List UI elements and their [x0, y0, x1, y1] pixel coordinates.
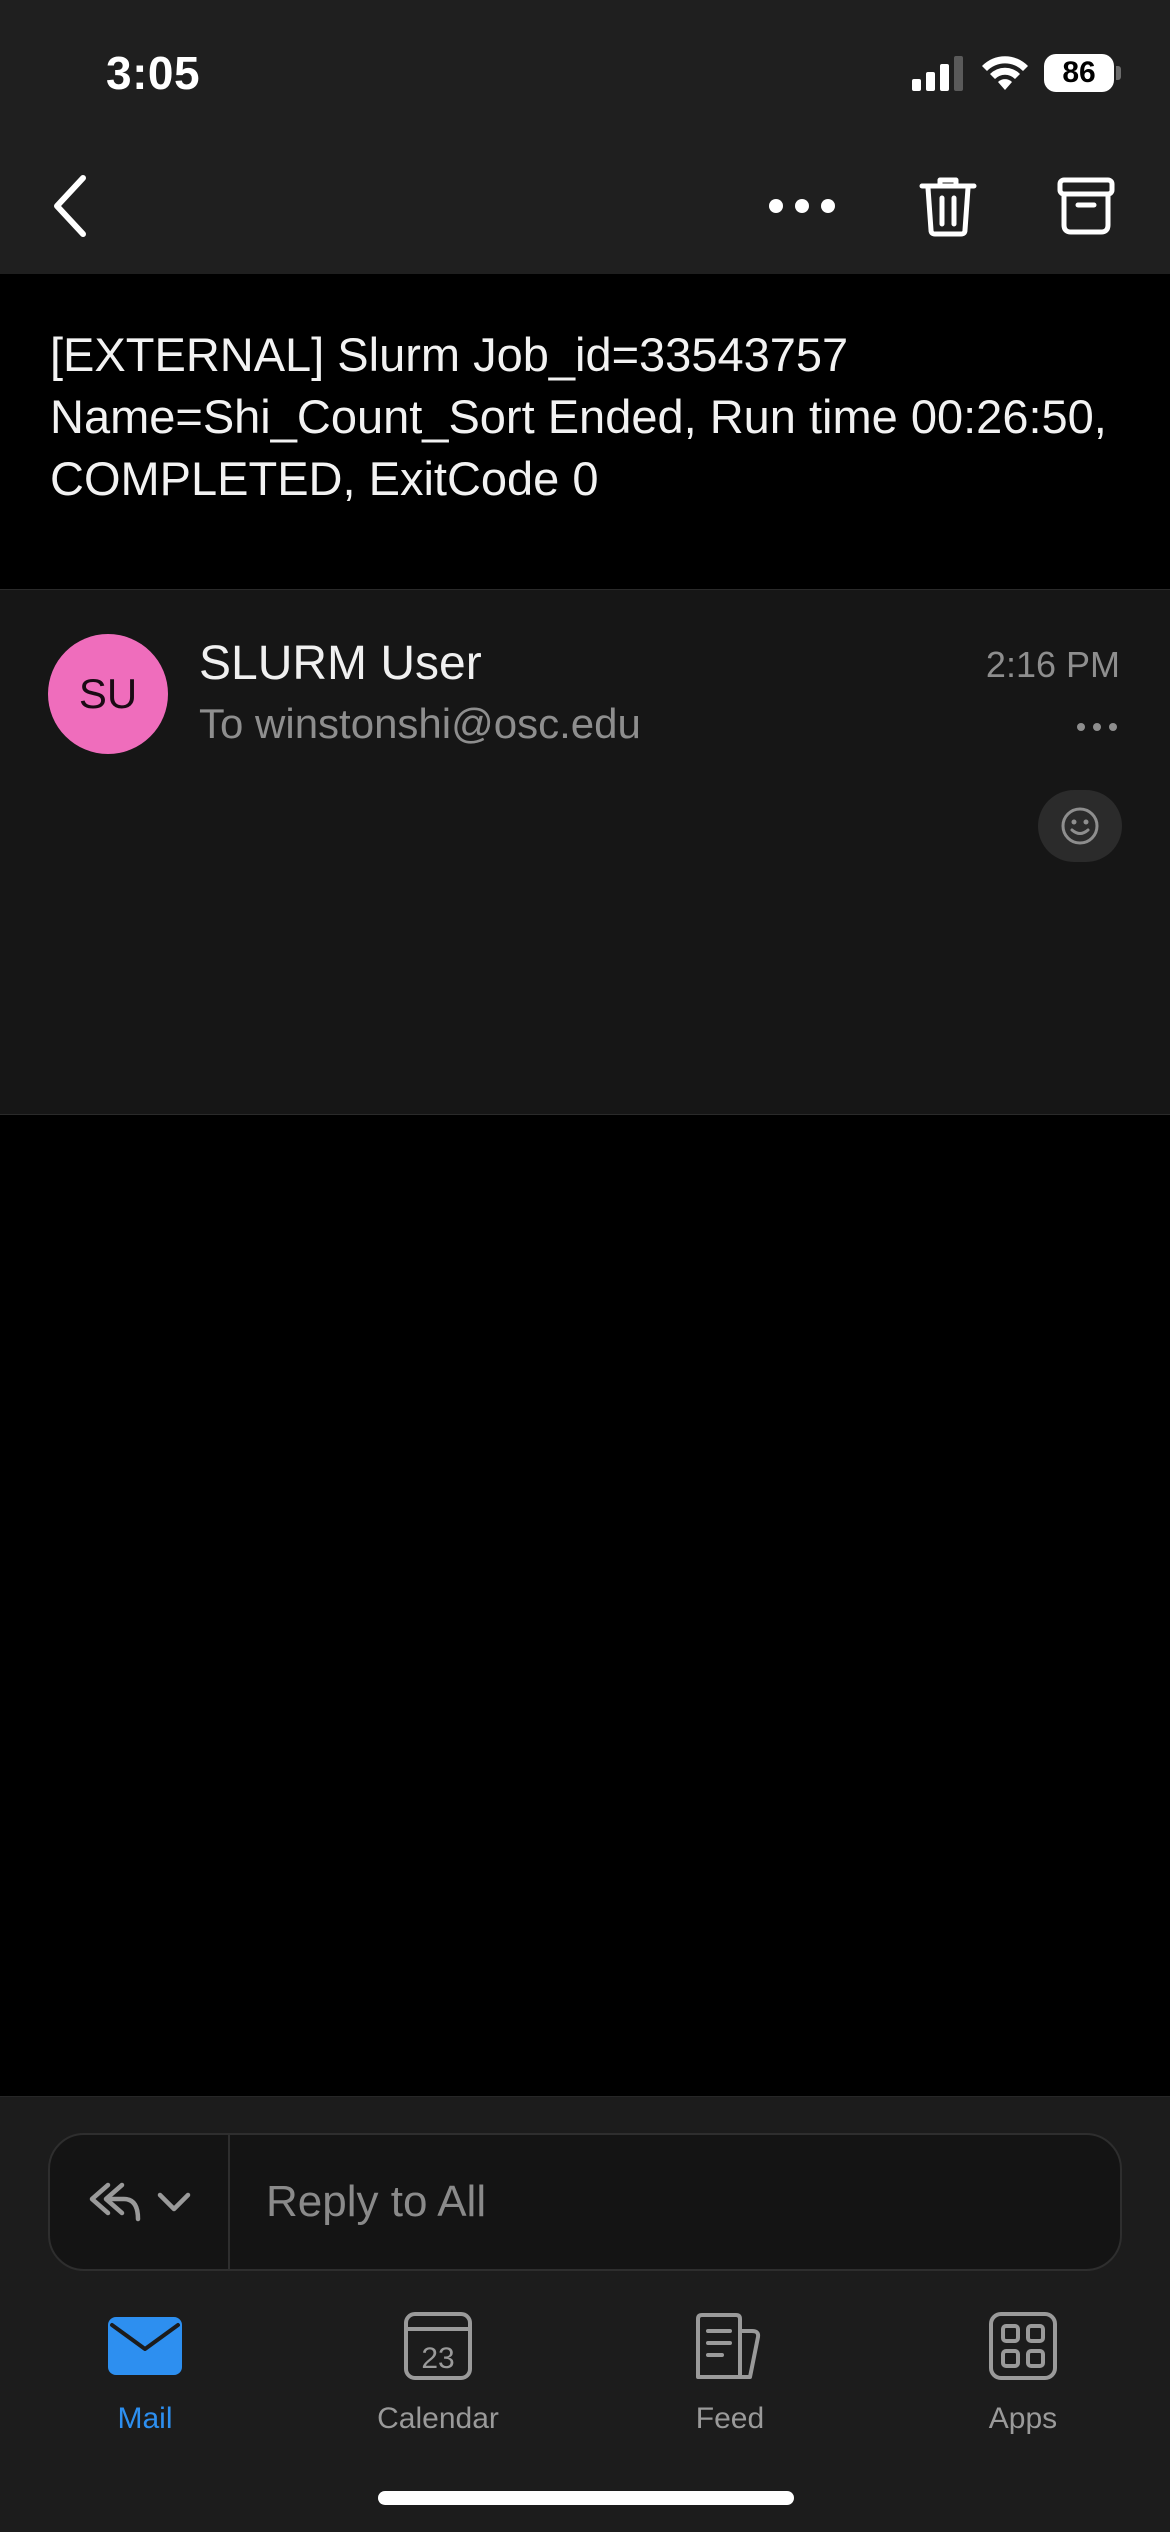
calendar-day: 23 — [421, 2342, 454, 2375]
reply-box: Reply to All — [48, 2133, 1122, 2271]
trash-icon — [919, 177, 977, 237]
home-indicator[interactable] — [378, 2491, 794, 2505]
ellipsis-icon — [769, 199, 835, 213]
message-card: SU SLURM User To winstonshi@osc.edu 2:16… — [0, 589, 1170, 1115]
tab-label-calendar: Calendar — [377, 2402, 499, 2435]
cellular-signal-icon — [912, 56, 963, 91]
message-more-button[interactable] — [1072, 712, 1122, 742]
calendar-icon: 23 — [404, 2312, 472, 2380]
status-bar: 3:05 86 — [0, 0, 1170, 140]
reply-all-icon — [89, 2182, 141, 2222]
tab-label-apps: Apps — [988, 2402, 1058, 2435]
reply-type-selector[interactable] — [50, 2135, 230, 2269]
recipient-line[interactable]: To winstonshi@osc.edu — [199, 700, 641, 748]
add-reaction-button[interactable] — [1038, 790, 1122, 862]
delete-button[interactable] — [908, 166, 988, 246]
battery-indicator: 86 — [1044, 54, 1121, 92]
archive-button[interactable] — [1046, 166, 1126, 246]
email-subject: [EXTERNAL] Slurm Job_id=33543757 Name=Sh… — [50, 328, 1107, 505]
status-time: 3:05 — [106, 47, 201, 99]
mail-icon — [108, 2317, 182, 2375]
wifi-icon — [982, 56, 1028, 90]
feed-icon — [696, 2313, 761, 2379]
subject-area: [EXTERNAL] Slurm Job_id=33543757 Name=Sh… — [0, 274, 1170, 588]
tab-mail[interactable]: Mail — [45, 2304, 245, 2454]
battery-level: 86 — [1062, 56, 1096, 89]
tab-label-mail: Mail — [117, 2402, 173, 2435]
tab-apps[interactable]: Apps — [923, 2304, 1123, 2454]
tab-label-feed: Feed — [695, 2402, 765, 2435]
tab-feed[interactable]: Feed — [630, 2304, 830, 2454]
navigation-bar — [0, 140, 1170, 274]
chevron-left-icon — [54, 175, 86, 237]
back-button[interactable] — [36, 166, 106, 246]
reply-bar: Reply to All — [0, 2096, 1170, 2282]
ellipsis-icon — [1077, 723, 1117, 731]
reply-input[interactable]: Reply to All — [266, 2135, 486, 2269]
status-icons: 86 — [910, 54, 1121, 92]
apps-icon — [989, 2312, 1057, 2380]
message-time: 2:16 PM — [985, 644, 1120, 685]
avatar[interactable]: SU — [48, 634, 168, 754]
archive-icon — [1057, 177, 1115, 235]
sender-name[interactable]: SLURM User — [199, 636, 482, 691]
tab-calendar[interactable]: 23 Calendar — [338, 2304, 538, 2454]
chevron-down-icon — [157, 2192, 191, 2212]
smiley-icon — [1061, 807, 1099, 845]
more-options-button[interactable] — [760, 166, 844, 246]
